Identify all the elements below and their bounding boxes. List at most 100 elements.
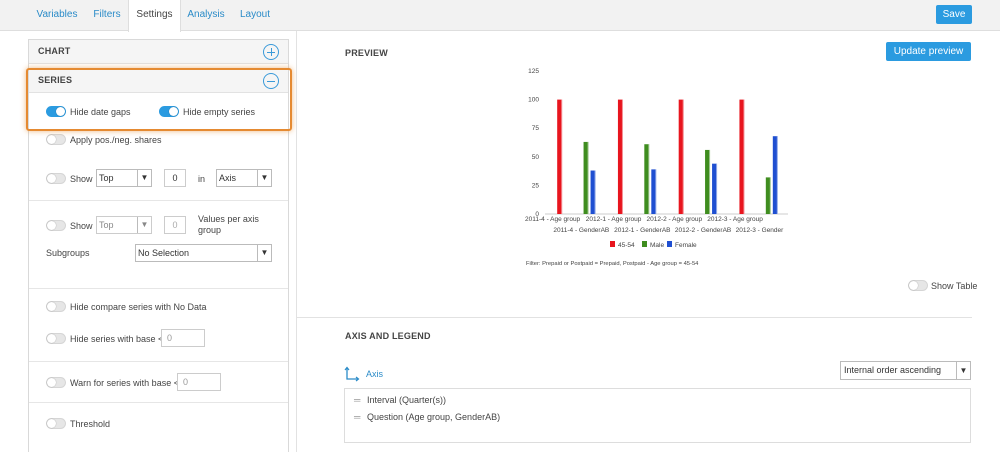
chart-filter-text: Filter: Prepaid or Postpaid = Prepaid, P… (526, 261, 699, 267)
axis-link[interactable]: Axis (366, 369, 383, 379)
hide-series-base-label: Hide series with base < (70, 334, 164, 344)
section-divider (29, 361, 288, 362)
axis-order-select[interactable]: Internal order ascending ▼ (840, 361, 971, 380)
apply-shares-toggle[interactable] (46, 134, 66, 145)
legend-swatch (667, 241, 672, 247)
legend-label: 45-54 (618, 242, 635, 249)
in-label: in (198, 174, 206, 184)
subgroups-select-value: No Selection (138, 248, 190, 258)
bar-highlight (709, 149, 711, 214)
update-preview-button[interactable]: Update preview (886, 42, 971, 61)
show-top-select-value: Top (99, 173, 114, 183)
axis-icon[interactable] (344, 366, 360, 382)
tab-filters[interactable]: Filters (87, 0, 127, 31)
x-tick-label: 2011-4 - Age group (525, 216, 581, 223)
horizontal-divider (297, 317, 972, 318)
tab-variables[interactable]: Variables (27, 0, 87, 31)
collapse-minus-icon[interactable] (263, 73, 279, 89)
bar-highlight (594, 170, 596, 214)
bar-highlight (743, 99, 745, 214)
axis-item-label: Question (Age group, GenderAB) (367, 412, 501, 422)
subgroups-label: Subgroups (46, 248, 90, 258)
show-table-toggle[interactable] (908, 280, 928, 291)
legend-swatch (642, 241, 647, 247)
chart-section-header[interactable]: CHART (29, 40, 288, 64)
hide-empty-series-label: Hide empty series (183, 107, 256, 117)
show-values-toggle[interactable] (46, 220, 66, 231)
chevron-down-icon: ▼ (257, 170, 271, 186)
section-divider (29, 200, 288, 201)
bar-highlight (587, 141, 589, 214)
warn-series-base-input[interactable]: 0 (177, 373, 221, 391)
hide-date-gaps-label: Hide date gaps (70, 107, 131, 117)
series-section-title: SERIES (38, 75, 73, 85)
x-tick-label: 2011-4 - GenderAB (553, 227, 609, 234)
y-tick-label: 25 (532, 182, 540, 189)
show-top-number[interactable]: 0 (164, 169, 186, 187)
bar-highlight (561, 99, 563, 214)
y-tick-label: 125 (528, 68, 539, 75)
chevron-down-icon: ▼ (257, 245, 271, 261)
vertical-divider (296, 31, 297, 452)
preview-title: PREVIEW (345, 48, 388, 58)
show-top-label: Show (70, 174, 93, 184)
bar-chart: 0255075100125 2011-4 - Age group 2012-1 -… (525, 68, 788, 267)
show-in-axis-select[interactable]: Axis ▼ (216, 169, 272, 187)
section-divider (29, 288, 288, 289)
bar-highlight (682, 99, 684, 214)
legend-label: Female (675, 242, 697, 249)
warn-series-base-label: Warn for series with base < (70, 378, 179, 388)
legend-swatch (610, 241, 615, 247)
bar-highlight (621, 99, 624, 214)
bar-highlight (716, 163, 718, 214)
section-divider (29, 402, 288, 403)
y-tick-label: 75 (532, 125, 540, 132)
x-tick-label: 2012-2 - Age group (647, 216, 703, 223)
chevron-down-icon: ▼ (137, 217, 151, 233)
show-in-axis-value: Axis (219, 173, 237, 183)
show-values-label: Show (70, 221, 93, 231)
axis-legend-title: AXIS AND LEGEND (345, 331, 431, 341)
hide-date-gaps-toggle[interactable] (46, 106, 66, 117)
subgroups-select[interactable]: No Selection ▼ (135, 244, 272, 262)
show-table-label: Show Table (931, 281, 978, 291)
threshold-toggle[interactable] (46, 418, 66, 429)
show-values-number[interactable]: 0 (164, 216, 186, 234)
bar-highlight (648, 144, 650, 214)
axis-item[interactable]: ═ Interval (Quarter(s)) (354, 395, 446, 405)
show-top-toggle[interactable] (46, 173, 66, 184)
values-per-axis-group-label: Values per axis group (198, 214, 259, 235)
hide-series-base-input[interactable]: 0 (161, 329, 205, 347)
x-tick-label: 2012-2 - GenderAB (675, 227, 731, 234)
bar-highlight (769, 177, 772, 214)
drag-handle-icon[interactable]: ═ (354, 395, 361, 405)
drag-handle-icon[interactable]: ═ (354, 412, 361, 422)
axis-item-label: Interval (Quarter(s)) (367, 395, 447, 405)
series-section-header[interactable]: SERIES (29, 69, 288, 93)
warn-series-base-toggle[interactable] (46, 377, 66, 388)
show-values-select-value: Top (99, 220, 114, 230)
show-values-select[interactable]: Top ▼ (96, 216, 152, 234)
bar-highlight (776, 136, 779, 214)
tab-layout[interactable]: Layout (232, 0, 278, 31)
save-button[interactable]: Save (936, 5, 972, 24)
axis-item[interactable]: ═ Question (Age group, GenderAB) (354, 412, 500, 422)
hide-compare-label: Hide compare series with No Data (70, 302, 207, 312)
axis-order-value: Internal order ascending (844, 365, 942, 375)
hide-compare-toggle[interactable] (46, 301, 66, 312)
threshold-label: Threshold (70, 419, 111, 429)
x-tick-label: 2012-1 - Age group (586, 216, 642, 223)
chevron-down-icon: ▼ (956, 362, 970, 379)
tab-settings[interactable]: Settings (128, 0, 181, 32)
axis-list: ═ Interval (Quarter(s)) ═ Question (Age gr… (344, 388, 971, 443)
hide-empty-series-toggle[interactable] (159, 106, 179, 117)
x-tick-label: 2012-3 - Age group (707, 216, 763, 223)
chevron-down-icon: ▼ (137, 170, 151, 186)
show-top-select[interactable]: Top ▼ (96, 169, 152, 187)
expand-plus-icon[interactable] (263, 44, 279, 60)
tab-analysis[interactable]: Analysis (182, 0, 230, 31)
x-tick-label: 2012-1 - GenderAB (614, 227, 670, 234)
hide-series-base-toggle[interactable] (46, 333, 66, 344)
y-tick-label: 50 (532, 154, 540, 161)
bar-highlight (655, 169, 657, 214)
